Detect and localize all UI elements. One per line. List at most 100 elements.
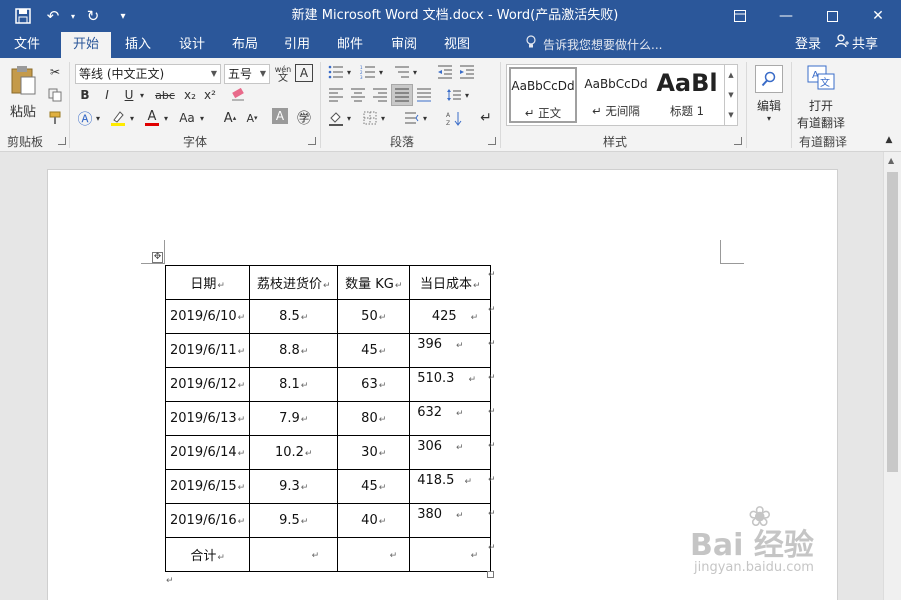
tab-insert[interactable]: 插入 — [115, 32, 161, 58]
minimize-icon[interactable]: — — [763, 0, 809, 32]
table-cell[interactable]: 8.1↵ — [249, 367, 339, 402]
table-cell[interactable]: ↵ — [337, 537, 411, 572]
multilevel-dropdown-icon[interactable]: ▾ — [410, 62, 420, 82]
bullets-icon[interactable] — [326, 62, 346, 82]
table-cell[interactable]: 9.3↵ — [249, 469, 339, 504]
share-button[interactable]: 共享 — [835, 32, 878, 58]
phonetic-guide-button[interactable]: wén 文 — [273, 64, 293, 84]
tell-me-box[interactable]: 告诉我您想要做什么... — [525, 32, 662, 58]
tab-references[interactable]: 引用 — [274, 32, 320, 58]
underline-button[interactable]: U — [119, 85, 139, 105]
line-spacing-icon[interactable] — [444, 85, 464, 105]
table-header-cell[interactable]: 荔枝进货价↵ — [249, 265, 339, 300]
text-effects-dropdown-icon[interactable]: ▾ — [93, 108, 103, 128]
table-cell[interactable]: 40↵ — [337, 503, 411, 538]
justify-icon[interactable] — [391, 84, 413, 106]
italic-button[interactable]: I — [97, 85, 117, 105]
chevron-up-icon[interactable]: ▲ — [728, 71, 733, 79]
subscript-button[interactable]: x₂ — [180, 85, 200, 105]
vertical-scrollbar[interactable]: ▲ — [883, 152, 901, 600]
copy-icon[interactable] — [45, 85, 65, 105]
increase-indent-icon[interactable] — [457, 62, 477, 82]
table-cell[interactable]: 632 ↵ — [409, 401, 492, 436]
sort-icon[interactable]: AZ — [444, 108, 464, 128]
text-effects-icon[interactable]: Ⓐ — [75, 108, 95, 128]
shading-dropdown-icon[interactable]: ▾ — [344, 108, 354, 128]
table-cell[interactable]: 380 ↵ — [409, 503, 492, 538]
paragraph-launcher-icon[interactable] — [488, 137, 496, 145]
maximize-icon[interactable] — [809, 0, 855, 32]
highlight-icon[interactable] — [108, 108, 128, 128]
clear-formatting-icon[interactable] — [228, 85, 248, 105]
borders-dropdown-icon[interactable]: ▾ — [378, 108, 388, 128]
paste-button[interactable]: 粘贴 — [5, 62, 41, 122]
login-link[interactable]: 登录 — [795, 32, 821, 58]
tab-view[interactable]: 视图 — [434, 32, 480, 58]
table-cell[interactable]: 50↵ — [337, 299, 411, 334]
multilevel-list-icon[interactable] — [392, 62, 412, 82]
table-resize-handle[interactable] — [487, 571, 494, 578]
underline-dropdown-icon[interactable]: ▾ — [137, 85, 147, 105]
bullets-dropdown-icon[interactable]: ▾ — [344, 62, 354, 82]
table-header-cell[interactable]: 数量 KG↵ — [337, 265, 411, 300]
show-marks-icon[interactable]: ↵ — [476, 108, 496, 128]
style-heading-1[interactable]: AaBl 标题 1 — [653, 67, 721, 123]
table-cell[interactable]: 45↵ — [337, 333, 411, 368]
customize-icon[interactable]: ▾ — [108, 0, 138, 32]
table-cell[interactable]: 63↵ — [337, 367, 411, 402]
align-center-icon[interactable] — [348, 85, 368, 105]
table-cell[interactable]: 2019/6/14↵ — [164, 435, 251, 470]
scroll-thumb[interactable] — [887, 172, 898, 472]
table-cell[interactable]: 396 ↵ — [409, 333, 492, 368]
align-right-icon[interactable] — [370, 85, 390, 105]
chinese-layout-icon[interactable] — [402, 108, 422, 128]
table-cell[interactable]: ↵ — [409, 537, 492, 572]
table-cell[interactable]: 7.9↵ — [249, 401, 339, 436]
superscript-button[interactable]: x² — [200, 85, 220, 105]
font-color-button[interactable]: A — [142, 108, 162, 128]
font-launcher-icon[interactable] — [308, 137, 316, 145]
table-cell[interactable]: 9.5↵ — [249, 503, 339, 538]
editing-button[interactable]: 编辑 ▾ — [750, 62, 788, 126]
undo-dropdown-icon[interactable]: ▾ — [68, 0, 78, 32]
collapse-ribbon-icon[interactable]: ▲ — [882, 130, 896, 150]
change-case-dropdown-icon[interactable]: ▾ — [197, 108, 207, 128]
styles-launcher-icon[interactable] — [734, 137, 742, 145]
more-icon[interactable]: ▼ — [728, 111, 733, 119]
table-cell[interactable]: 2019/6/12↵ — [164, 367, 251, 402]
shading-icon[interactable] — [326, 108, 346, 128]
char-shading-icon[interactable]: A — [272, 108, 288, 124]
table-cell[interactable]: ↵ — [249, 537, 339, 572]
table-cell[interactable]: 418.5 ↵ — [409, 469, 492, 504]
table-cell[interactable]: 10.2↵ — [249, 435, 339, 470]
table-cell[interactable]: 30↵ — [337, 435, 411, 470]
shrink-font-icon[interactable]: A ▾ — [242, 108, 262, 128]
table-cell[interactable]: 2019/6/11↵ — [164, 333, 251, 368]
redo-icon[interactable]: ↻ — [78, 0, 108, 32]
line-spacing-dropdown-icon[interactable]: ▾ — [462, 85, 472, 105]
highlight-dropdown-icon[interactable]: ▾ — [127, 108, 137, 128]
table-cell[interactable]: 合计↵ — [164, 537, 251, 572]
char-border-icon[interactable]: A — [295, 64, 313, 82]
distributed-icon[interactable] — [414, 85, 434, 105]
table-cell[interactable]: 8.5↵ — [249, 299, 339, 334]
borders-icon[interactable] — [360, 108, 380, 128]
undo-icon[interactable]: ↶ — [38, 0, 68, 32]
save-icon[interactable] — [8, 0, 38, 32]
decrease-indent-icon[interactable] — [435, 62, 455, 82]
change-case-button[interactable]: Aa — [176, 108, 198, 128]
tab-design[interactable]: 设计 — [169, 32, 215, 58]
table-cell[interactable]: 425 ↵ — [409, 299, 492, 334]
table-header-cell[interactable]: 当日成本↵ — [409, 265, 492, 300]
table-move-handle[interactable]: ✥ — [152, 252, 163, 263]
table-cell[interactable]: 2019/6/16↵ — [164, 503, 251, 538]
font-color-dropdown-icon[interactable]: ▾ — [161, 108, 171, 128]
bold-button[interactable]: B — [75, 85, 95, 105]
table-cell[interactable]: 306 ↵ — [409, 435, 492, 470]
ribbon-display-icon[interactable] — [717, 0, 763, 32]
numbering-dropdown-icon[interactable]: ▾ — [376, 62, 386, 82]
tab-mailings[interactable]: 邮件 — [327, 32, 373, 58]
youdao-translate-button[interactable]: A文 打开 有道翻译 — [793, 64, 849, 130]
styles-scrollbar[interactable]: ▲ ▼ ▼ — [724, 65, 737, 125]
align-left-icon[interactable] — [326, 85, 346, 105]
